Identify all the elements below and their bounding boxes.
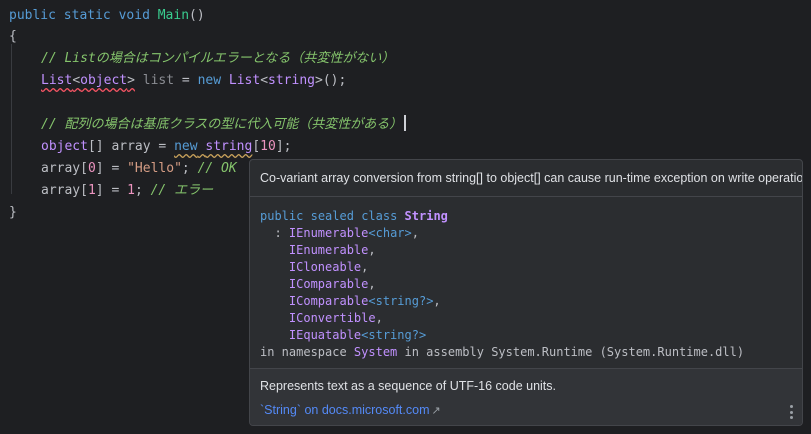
- namespace-name[interactable]: System: [354, 345, 397, 359]
- number-literal: 1: [87, 183, 96, 198]
- inspection-warning-text: Co-variant array conversion from string[…: [260, 171, 803, 185]
- keyword: public: [9, 8, 56, 23]
- interface-name[interactable]: ICloneable: [289, 260, 361, 274]
- divider: [250, 196, 802, 197]
- comment: // エラー: [150, 183, 214, 198]
- code-line-6[interactable]: // 配列の場合は基底クラスの型に代入可能（共変性がある）: [9, 114, 407, 135]
- type-name: string: [205, 139, 253, 154]
- interface-name[interactable]: IEnumerable: [289, 226, 368, 240]
- type-name: List: [228, 73, 261, 88]
- code-line-8[interactable]: array[0] = "Hello"; // OK: [9, 158, 237, 179]
- number-literal: 10: [260, 139, 276, 154]
- code-line-4[interactable]: List<object> list = new List<string>();: [9, 70, 346, 91]
- variable-name: list: [134, 73, 175, 88]
- keyword: new: [197, 73, 222, 88]
- keyword: static: [63, 8, 111, 23]
- documentation-footer: Represents text as a sequence of UTF-16 …: [250, 369, 802, 425]
- declared-type-name: String: [404, 209, 448, 223]
- comment: // OK: [197, 161, 237, 176]
- quick-documentation-popup[interactable]: Co-variant array conversion from string[…: [249, 159, 803, 426]
- interface-name[interactable]: IComparable: [289, 294, 368, 308]
- code-line-3[interactable]: // Listの場合はコンパイルエラーとなる（共変性がない）: [9, 48, 394, 69]
- keyword: new: [174, 139, 198, 154]
- code-line-1[interactable]: public static void Main(): [9, 5, 205, 26]
- type-declaration: public sealed class String : IEnumerable…: [260, 209, 745, 359]
- brace: }: [9, 205, 17, 220]
- warning-region[interactable]: new string: [174, 139, 252, 154]
- error-region[interactable]: List<object>: [41, 73, 135, 88]
- keyword: void: [118, 8, 150, 23]
- comment: // Listの場合はコンパイルエラーとなる（共変性がない）: [41, 51, 395, 66]
- string-literal: "Hello": [127, 161, 182, 176]
- type-name: string: [268, 73, 315, 88]
- code-line-2[interactable]: {: [9, 26, 17, 47]
- method-name: Main: [157, 8, 190, 23]
- code-line-7[interactable]: object[] array = new string[10];: [9, 136, 291, 157]
- comment: // 配列の場合は基底クラスの型に代入可能（共変性がある）: [41, 117, 403, 132]
- external-link-icon: ↗: [431, 405, 441, 417]
- type-description: Represents text as a sequence of UTF-16 …: [260, 379, 556, 393]
- punct: (): [189, 8, 205, 23]
- brace: {: [9, 29, 17, 44]
- interface-name[interactable]: IEnumerable: [289, 243, 368, 257]
- interface-name[interactable]: IEquatable: [289, 328, 361, 342]
- interface-name[interactable]: IComparable: [289, 277, 368, 291]
- type-name: List: [41, 73, 73, 88]
- interface-name[interactable]: IConvertible: [289, 311, 376, 325]
- type-name: object: [41, 139, 88, 154]
- text-caret: [404, 115, 407, 131]
- code-line-10[interactable]: }: [9, 202, 17, 223]
- code-line-9[interactable]: array[1] = 1; // エラー: [9, 180, 213, 201]
- type-name: object: [80, 73, 128, 88]
- docs-link[interactable]: `String` on docs.microsoft.com ↗: [260, 403, 441, 417]
- number-literal: 0: [87, 161, 96, 176]
- more-vertical-icon[interactable]: [788, 405, 794, 419]
- number-literal: 1: [127, 183, 135, 198]
